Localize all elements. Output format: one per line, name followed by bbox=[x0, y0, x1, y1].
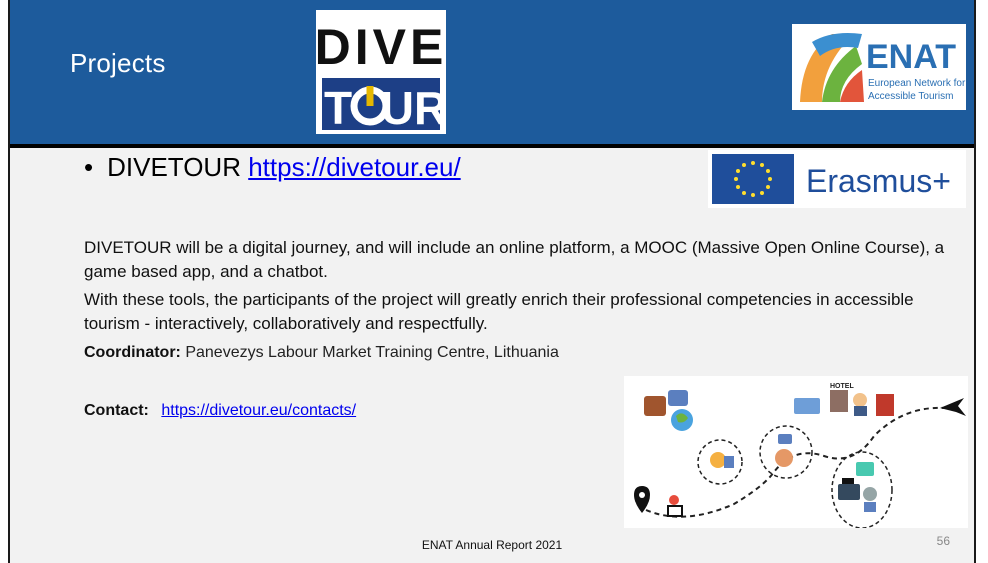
digital-journey-illustration: HOTEL bbox=[624, 376, 968, 529]
svg-text:ENAT: ENAT bbox=[866, 38, 956, 76]
slide-title: Projects bbox=[70, 48, 166, 78]
chatbot-icon bbox=[863, 487, 877, 501]
slide: Projects DIVE T UR ENAT European Network bbox=[8, 0, 976, 563]
svg-text:European Network for: European Network for bbox=[868, 78, 966, 89]
wheelchair-icon bbox=[669, 495, 679, 505]
project-description: DIVETOUR will be a digital journey, and … bbox=[84, 236, 964, 336]
bullet-item-divetour: • DIVETOUR https://divetour.eu/ bbox=[84, 152, 461, 183]
svg-text:T: T bbox=[324, 82, 352, 134]
contact-link[interactable]: https://divetour.eu/contacts/ bbox=[161, 402, 356, 419]
divetour-logo: DIVE T UR bbox=[315, 10, 447, 134]
mooc-laptop-icon bbox=[838, 484, 860, 500]
journey-illustration-graphic: HOTEL bbox=[624, 376, 968, 529]
coordinator-label: Coordinator: bbox=[84, 344, 181, 361]
contact-line: Contact: https://divetour.eu/contacts/ bbox=[84, 402, 356, 420]
eu-flag-icon: Erasmus+ bbox=[708, 150, 966, 208]
idea-icon bbox=[710, 452, 726, 468]
page-number: 56 bbox=[936, 534, 950, 548]
divetour-website-link[interactable]: https://divetour.eu/ bbox=[248, 152, 460, 182]
enat-logo-graphic: ENAT European Network for Accessible Tou… bbox=[792, 24, 966, 110]
description-paragraph-1: DIVETOUR will be a digital journey, and … bbox=[84, 238, 945, 281]
phone-icon bbox=[778, 434, 792, 444]
slide-header: Projects DIVE T UR ENAT European Network bbox=[10, 0, 974, 148]
svg-text:HOTEL: HOTEL bbox=[830, 383, 854, 390]
contact-label: Contact: bbox=[84, 402, 149, 419]
erasmus-plus-text: Erasmus+ bbox=[806, 163, 951, 199]
erasmus-plus-logo: Erasmus+ bbox=[708, 150, 966, 208]
slide-footer: ENAT Annual Report 2021 bbox=[421, 538, 563, 552]
description-paragraph-2: With these tools, the participants of th… bbox=[84, 290, 914, 333]
svg-text:UR: UR bbox=[381, 82, 446, 134]
coordinator-line: Coordinator: Panevezys Labour Market Tra… bbox=[84, 344, 559, 362]
building-icon bbox=[876, 394, 894, 416]
coordinator-value: Panevezys Labour Market Training Centre,… bbox=[185, 344, 559, 361]
divetour-logo-graphic: DIVE T UR bbox=[315, 10, 447, 134]
receptionist-icon bbox=[853, 393, 867, 407]
enat-logo: ENAT European Network for Accessible Tou… bbox=[792, 24, 966, 110]
chat-icon bbox=[856, 462, 874, 476]
bullet-label: DIVETOUR bbox=[107, 152, 241, 182]
bullet-marker: • bbox=[84, 152, 94, 182]
svg-text:Accessible Tourism: Accessible Tourism bbox=[868, 91, 953, 102]
svg-text:DIVE: DIVE bbox=[316, 19, 446, 75]
handshake-icon bbox=[775, 449, 793, 467]
